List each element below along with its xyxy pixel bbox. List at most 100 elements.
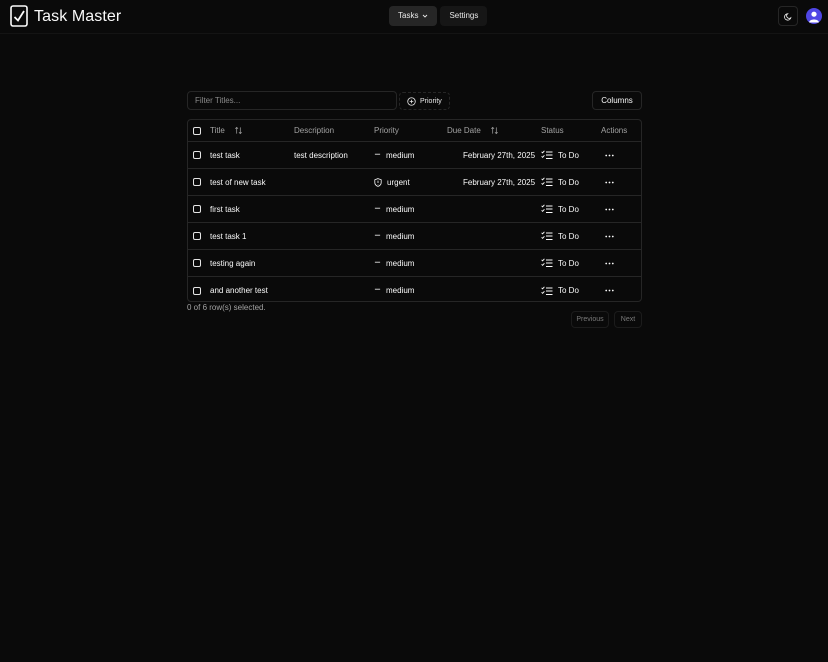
app-header: Task Master Tasks Settings — [0, 0, 828, 34]
status-label: To Do — [558, 231, 579, 241]
next-page-button[interactable]: Next — [614, 311, 642, 328]
title-header-label: Title — [210, 126, 225, 135]
theme-toggle-button[interactable] — [778, 6, 798, 26]
moon-icon — [783, 12, 792, 20]
sort-arrows-icon[interactable] — [234, 126, 243, 135]
priority-column-header: Priority — [374, 126, 399, 135]
plus-circle-icon — [407, 96, 416, 106]
task-due-date: February 27th, 2025 — [463, 177, 536, 187]
priority-label: medium — [386, 258, 415, 268]
row-actions-menu[interactable] — [605, 223, 614, 249]
row-actions-menu[interactable] — [605, 250, 614, 276]
task-priority: medium — [374, 250, 414, 276]
row-select-cell — [193, 196, 201, 222]
table-row[interactable]: test task 1 medium To Do — [188, 223, 641, 250]
task-due-date: February 27th, 2025 — [463, 150, 536, 160]
table-row[interactable]: test task test description medium Februa… — [188, 142, 641, 169]
row-actions-menu[interactable] — [605, 169, 614, 195]
priority-filter-button[interactable]: Priority — [399, 92, 450, 110]
row-checkbox[interactable] — [193, 286, 201, 295]
minus-icon — [374, 153, 381, 155]
title-column-header[interactable]: Title — [210, 120, 243, 141]
more-horizontal-icon[interactable] — [605, 181, 614, 184]
task-priority: medium — [374, 277, 415, 301]
nav-settings-button[interactable]: Settings — [440, 6, 488, 26]
row-actions-menu[interactable] — [605, 196, 614, 222]
chevron-down-icon — [423, 14, 428, 18]
selection-count-text: 0 of 6 row(s) selected. — [187, 303, 266, 312]
main-nav: Tasks Settings — [389, 6, 488, 26]
row-actions-menu[interactable] — [605, 277, 614, 301]
priority-label: medium — [386, 286, 415, 295]
status-column-header: Status — [541, 126, 564, 135]
priority-label: urgent — [387, 177, 410, 187]
nav-settings-label: Settings — [449, 11, 479, 20]
row-select-cell — [193, 250, 201, 276]
row-actions-menu[interactable] — [605, 142, 614, 168]
row-select-cell — [193, 223, 201, 249]
row-checkbox[interactable] — [193, 259, 201, 267]
table-row[interactable]: first task medium To Do — [188, 196, 641, 223]
priority-label: medium — [386, 150, 415, 160]
list-checks-icon — [541, 285, 553, 295]
task-title: testing again — [210, 258, 256, 268]
minus-icon — [374, 288, 381, 290]
task-priority: medium — [374, 223, 414, 249]
task-title: test of new task — [210, 177, 266, 187]
more-horizontal-icon[interactable] — [605, 154, 614, 157]
row-select-cell — [193, 142, 201, 168]
clipboard-check-icon[interactable] — [10, 5, 28, 27]
sort-arrows-icon[interactable] — [490, 126, 499, 135]
table-row[interactable]: and another test medium To Do — [188, 277, 641, 301]
user-avatar[interactable] — [806, 8, 822, 24]
minus-icon — [374, 207, 381, 209]
more-horizontal-icon[interactable] — [605, 208, 614, 211]
table-row[interactable]: testing again medium To Do — [188, 250, 641, 277]
more-horizontal-icon[interactable] — [605, 235, 614, 238]
task-status: To Do — [541, 277, 579, 301]
more-horizontal-icon[interactable] — [605, 289, 614, 292]
columns-button[interactable]: Columns — [592, 91, 642, 110]
user-icon — [809, 11, 819, 23]
task-priority: medium — [374, 142, 414, 168]
table-row[interactable]: test of new task urgent February 27th, 2… — [188, 169, 641, 196]
table-header-row: Title Description Priority Due Date Stat… — [188, 120, 641, 142]
minus-icon — [374, 261, 381, 263]
task-description: test description — [294, 150, 348, 160]
row-checkbox[interactable] — [193, 178, 201, 186]
task-status: To Do — [541, 223, 579, 249]
status-label: To Do — [558, 286, 579, 295]
due-date-header-label: Due Date — [447, 126, 481, 135]
select-all-checkbox[interactable] — [193, 126, 201, 135]
app-title[interactable]: Task Master — [34, 8, 121, 26]
list-checks-icon — [541, 204, 553, 213]
row-select-cell — [193, 277, 201, 301]
priority-label: medium — [386, 204, 415, 214]
due-date-column-header[interactable]: Due Date — [447, 120, 499, 141]
description-column-header: Description — [294, 126, 335, 135]
row-checkbox[interactable] — [193, 205, 201, 213]
previous-page-button[interactable]: Previous — [571, 311, 609, 328]
task-title: first task — [210, 204, 240, 214]
status-label: To Do — [558, 150, 579, 160]
columns-label: Columns — [601, 96, 633, 105]
task-priority: medium — [374, 196, 414, 222]
tasks-table: Title Description Priority Due Date Stat… — [187, 119, 642, 302]
list-checks-icon — [541, 231, 553, 240]
filter-titles-input[interactable] — [187, 91, 397, 110]
status-label: To Do — [558, 204, 579, 214]
alert-shield-icon — [374, 177, 382, 187]
more-horizontal-icon[interactable] — [605, 262, 614, 265]
task-priority: urgent — [374, 169, 410, 195]
list-checks-icon — [541, 177, 553, 186]
priority-filter-label: Priority — [420, 97, 442, 105]
nav-tasks-button[interactable]: Tasks — [389, 6, 438, 26]
nav-tasks-label: Tasks — [398, 11, 419, 20]
row-checkbox[interactable] — [193, 232, 201, 240]
select-all-cell — [193, 120, 201, 141]
status-label: To Do — [558, 258, 579, 268]
list-checks-icon — [541, 258, 553, 267]
task-status: To Do — [541, 169, 579, 195]
row-select-cell — [193, 169, 201, 195]
row-checkbox[interactable] — [193, 151, 201, 159]
